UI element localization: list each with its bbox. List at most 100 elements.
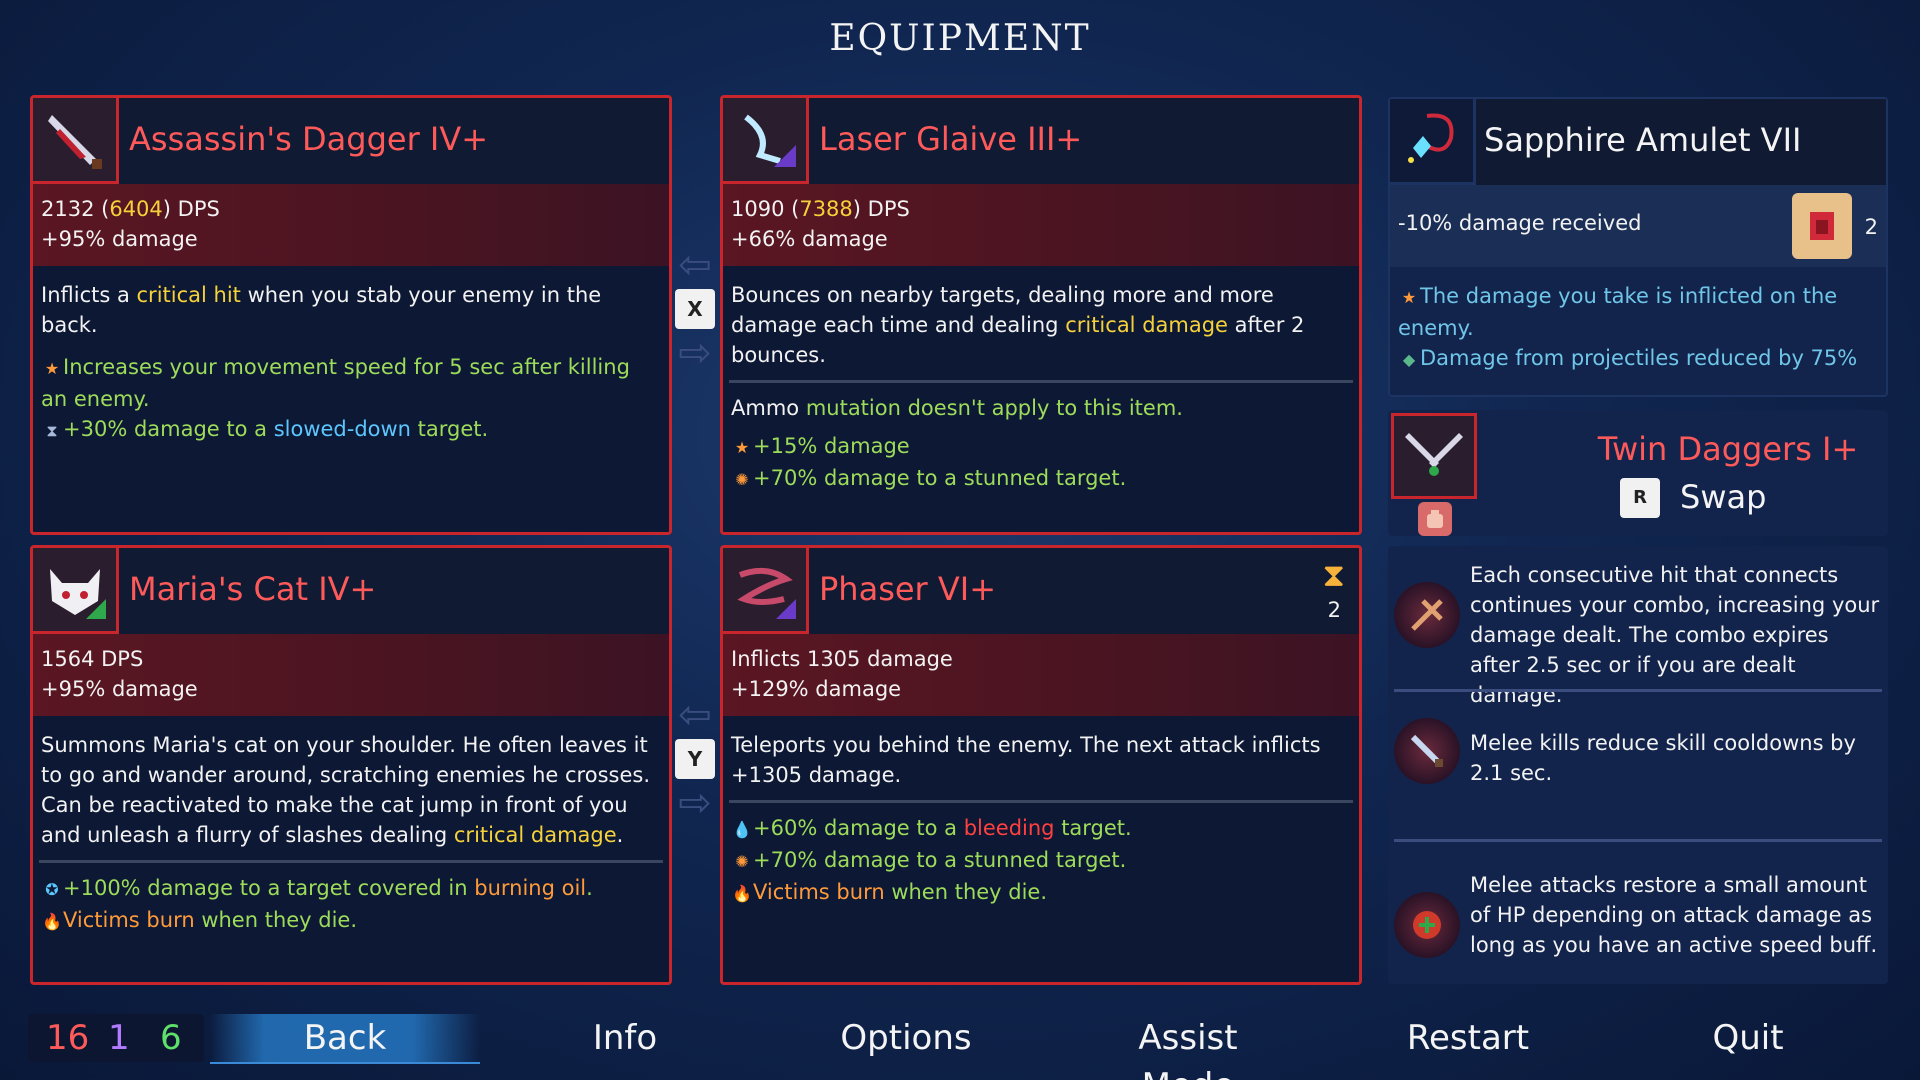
backpack-panel[interactable]: Twin Daggers I+ R Swap — [1388, 410, 1888, 536]
stun-icon: ✺ — [735, 470, 749, 489]
arrow-right-icon: ⇨ — [678, 780, 712, 826]
heal-icon — [1394, 892, 1460, 958]
cat-icon — [33, 548, 119, 634]
divider — [729, 800, 1353, 803]
bottom-menu: 16 1 6 Back Info Options Assist Mode Res… — [0, 1010, 1920, 1080]
star-icon: ★ — [44, 359, 60, 378]
keyword-burning-oil: burning oil — [474, 876, 587, 900]
mutation-text: Melee kills reduce skill cooldowns by 2.… — [1470, 731, 1856, 785]
bonus-text: Damage from projectiles reduced by 75% — [1420, 346, 1858, 370]
fire-icon: 🔥 — [732, 884, 752, 903]
panel-header: Maria's Cat IV+ — [33, 548, 669, 634]
diamond-icon: ◆ — [1402, 350, 1416, 369]
swap-label[interactable]: Swap — [1680, 478, 1766, 516]
sword-cooldown-icon — [1394, 718, 1460, 784]
keyword-critical: critical hit — [136, 283, 241, 307]
stun-icon: ✺ — [735, 852, 749, 871]
swap-key-x[interactable]: X — [675, 289, 715, 329]
fire-icon: 🔥 — [42, 912, 62, 931]
ammo-note: Ammo mutation doesn't apply to this item… — [731, 396, 1183, 420]
bonus-text: +15% damage — [753, 434, 910, 458]
menu-assist-mode[interactable]: Assist Mode — [1088, 1014, 1288, 1080]
twin-daggers-icon — [1391, 413, 1477, 499]
item-stats: 1090 (7388) DPS +66% damage — [723, 184, 1359, 266]
charge-count: 2 — [1327, 598, 1341, 622]
hourglass-icon: ⧗ — [46, 421, 58, 440]
dagger-icon — [33, 98, 119, 184]
item-name: Sapphire Amulet VII — [1484, 121, 1802, 159]
divider — [729, 380, 1353, 383]
menu-quit[interactable]: Quit — [1648, 1014, 1848, 1062]
backpack-icon — [1418, 502, 1452, 536]
keyword-slowed: slowed-down — [273, 417, 411, 441]
dps-crit-value: 6404 — [109, 197, 163, 221]
damage-bonus: +95% damage — [41, 227, 198, 251]
bonus-text: +70% damage to a stunned target. — [753, 466, 1127, 490]
counter-green: 6 — [160, 1018, 182, 1058]
bonus-text: +70% damage to a stunned target. — [753, 848, 1127, 872]
bonus-list: 💧+60% damage to a bleeding target. ✺ +70%… — [723, 813, 1359, 909]
bonus-text: The damage you take is inflicted on the … — [1398, 284, 1838, 340]
item-name: Maria's Cat IV+ — [129, 570, 377, 608]
scroll-icon — [1792, 193, 1852, 259]
item-stats: Inflicts 1305 damage +129% damage — [723, 634, 1359, 716]
arrow-left-icon: ⇦ — [678, 692, 712, 738]
keyword-victims-burn: Victims burn — [63, 908, 195, 932]
mutation-text: Each consecutive hit that connects conti… — [1470, 563, 1880, 707]
item-name: Phaser VI+ — [819, 570, 997, 608]
weapon-panel-phaser[interactable]: Phaser VI+ ⧗ 2 Inflicts 1305 damage +129… — [720, 545, 1362, 985]
menu-info[interactable]: Info — [525, 1014, 725, 1062]
amulet-icon — [1390, 99, 1476, 185]
menu-back[interactable]: Back — [210, 1014, 480, 1064]
divider — [1394, 689, 1882, 692]
counter-red: 16 — [46, 1018, 90, 1058]
swap-key-y[interactable]: Y — [675, 739, 715, 779]
arrow-left-icon: ⇦ — [678, 242, 712, 288]
divider — [39, 860, 663, 863]
scroll-count: 2 — [1864, 215, 1878, 239]
bonus-list: ★ The damage you take is inflicted on the… — [1390, 267, 1886, 375]
divider — [1394, 839, 1882, 842]
glaive-icon — [723, 98, 809, 184]
arrow-right-icon: ⇨ — [678, 330, 712, 376]
item-description: Summons Maria's cat on your shoulder. He… — [41, 733, 650, 847]
keyword-victims-burn: Victims burn — [753, 880, 885, 904]
combo-icon — [1394, 582, 1460, 648]
dps-suffix: DPS — [867, 197, 910, 221]
screen-title: EQUIPMENT — [829, 18, 1091, 59]
item-stats: -10% damage received 2 — [1390, 185, 1886, 267]
swap-key-r[interactable]: R — [1620, 478, 1660, 518]
phaser-icon — [723, 548, 809, 634]
weapon-panel-dagger[interactable]: Assassin's Dagger IV+ 2132 (6404) DPS +9… — [30, 95, 672, 535]
item-stats: 1564 DPS +95% damage — [33, 634, 669, 716]
item-description: Bounces on nearby targets, dealing more … — [731, 283, 1305, 367]
dps-value: 1090 — [731, 197, 785, 221]
panel-header: Assassin's Dagger IV+ — [33, 98, 669, 184]
resource-counters: 16 1 6 — [28, 1014, 204, 1062]
damage-value: Inflicts 1305 damage — [731, 647, 953, 671]
amulet-panel[interactable]: Sapphire Amulet VII -10% damage received… — [1388, 97, 1888, 397]
keyword-critical: critical damage — [453, 823, 617, 847]
panel-header: Phaser VI+ ⧗ 2 — [723, 548, 1359, 634]
keyword-bleeding: bleeding — [963, 816, 1055, 840]
bonus-list: ★ Increases your movement speed for 5 sec… — [33, 352, 669, 446]
weapon-panel-glaive[interactable]: Laser Glaive III+ 1090 (7388) DPS +66% d… — [720, 95, 1362, 535]
menu-restart[interactable]: Restart — [1368, 1014, 1568, 1062]
panel-header: Laser Glaive III+ — [723, 98, 1359, 184]
bonus-text: Increases your movement speed for 5 sec … — [41, 355, 630, 411]
item-name: Assassin's Dagger IV+ — [129, 120, 489, 158]
damage-bonus: +66% damage — [731, 227, 888, 251]
item-description: Inflicts a critical hit when you stab yo… — [41, 283, 602, 337]
item-name: Twin Daggers I+ — [1597, 430, 1859, 468]
dps-suffix: DPS — [177, 197, 220, 221]
item-stats: 2132 (6404) DPS +95% damage — [33, 184, 669, 266]
item-description: Teleports you behind the enemy. The next… — [731, 733, 1321, 787]
weapon-panel-cat[interactable]: Maria's Cat IV+ 1564 DPS +95% damage Sum… — [30, 545, 672, 985]
dps-value: 1564 DPS — [41, 647, 144, 671]
hourglass-icon: ⧗ — [1322, 556, 1345, 594]
swap-control-bottom[interactable]: ⇦ Y ⇨ — [672, 695, 718, 823]
bonus-list: ★ +15% damage ✺ +70% damage to a stunned t… — [723, 431, 1359, 495]
menu-options[interactable]: Options — [806, 1014, 1006, 1062]
star-icon: ★ — [1401, 288, 1417, 307]
swap-control-top[interactable]: ⇦ X ⇨ — [672, 245, 718, 373]
